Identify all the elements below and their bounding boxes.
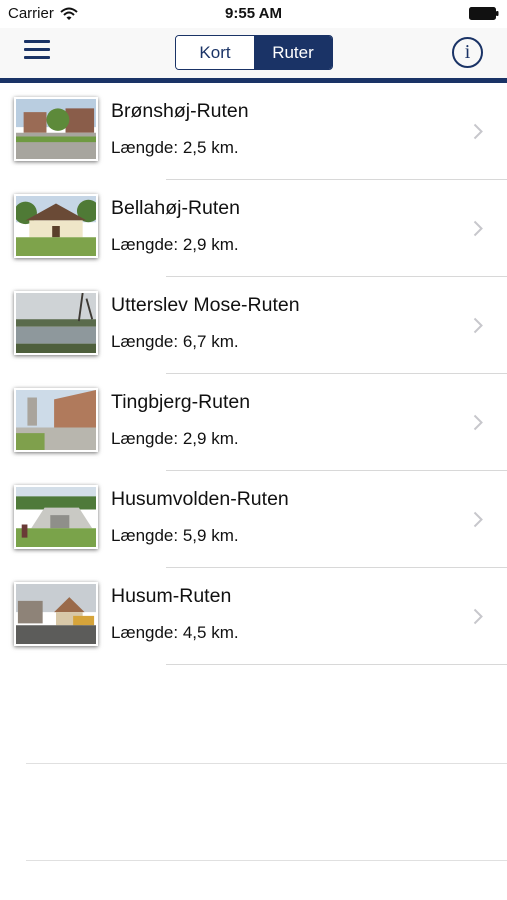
route-title: Bellahøj-Ruten bbox=[111, 197, 240, 219]
route-row-bronshoj[interactable]: Brønshøj-Ruten Længde: 2,5 km. bbox=[0, 83, 507, 180]
view-segmented-control: Kort Ruter bbox=[175, 35, 333, 70]
battery-icon bbox=[469, 7, 499, 20]
route-row-husumvolden[interactable]: Husumvolden-Ruten Længde: 5,9 km. bbox=[0, 471, 507, 568]
hamburger-menu-icon[interactable] bbox=[24, 40, 52, 64]
route-thumbnail bbox=[14, 291, 98, 355]
status-time: 9:55 AM bbox=[225, 5, 282, 22]
navigation-bar: Kort Ruter i bbox=[0, 28, 507, 78]
route-length: Længde: 2,5 km. bbox=[111, 138, 239, 157]
empty-row-separator bbox=[26, 763, 507, 764]
route-title: Tingbjerg-Ruten bbox=[111, 391, 251, 413]
route-row-husum[interactable]: Husum-Ruten Længde: 4,5 km. bbox=[0, 568, 507, 665]
route-thumbnail bbox=[14, 194, 98, 258]
chevron-right-icon bbox=[473, 414, 483, 431]
chevron-right-icon bbox=[473, 608, 483, 625]
route-thumbnail bbox=[14, 485, 98, 549]
route-title: Utterslev Mose-Ruten bbox=[111, 294, 300, 316]
route-title: Husum-Ruten bbox=[111, 585, 232, 607]
empty-row-separator bbox=[26, 860, 507, 861]
info-icon[interactable]: i bbox=[452, 37, 483, 68]
route-thumbnail bbox=[14, 582, 98, 646]
route-length: Længde: 2,9 km. bbox=[111, 235, 239, 254]
route-length: Længde: 6,7 km. bbox=[111, 332, 239, 351]
route-length: Længde: 4,5 km. bbox=[111, 623, 239, 642]
route-length: Længde: 5,9 km. bbox=[111, 526, 239, 545]
chevron-right-icon bbox=[473, 123, 483, 140]
route-row-bellahoj[interactable]: Bellahøj-Ruten Længde: 2,9 km. bbox=[0, 180, 507, 277]
route-title: Brønshøj-Ruten bbox=[111, 100, 249, 122]
route-list: Brønshøj-Ruten Længde: 2,5 km. Bellahøj-… bbox=[0, 83, 507, 665]
route-title: Husumvolden-Ruten bbox=[111, 488, 289, 510]
route-thumbnail bbox=[14, 97, 98, 161]
status-bar: Carrier 9:55 AM bbox=[0, 0, 507, 28]
chevron-right-icon bbox=[473, 511, 483, 528]
segment-kort[interactable]: Kort bbox=[176, 36, 254, 69]
segment-ruter[interactable]: Ruter bbox=[254, 36, 332, 69]
route-row-utterslev-mose[interactable]: Utterslev Mose-Ruten Længde: 6,7 km. bbox=[0, 277, 507, 374]
chevron-right-icon bbox=[473, 317, 483, 334]
chevron-right-icon bbox=[473, 220, 483, 237]
route-length: Længde: 2,9 km. bbox=[111, 429, 239, 448]
route-thumbnail bbox=[14, 388, 98, 452]
route-row-tingbjerg[interactable]: Tingbjerg-Ruten Længde: 2,9 km. bbox=[0, 374, 507, 471]
